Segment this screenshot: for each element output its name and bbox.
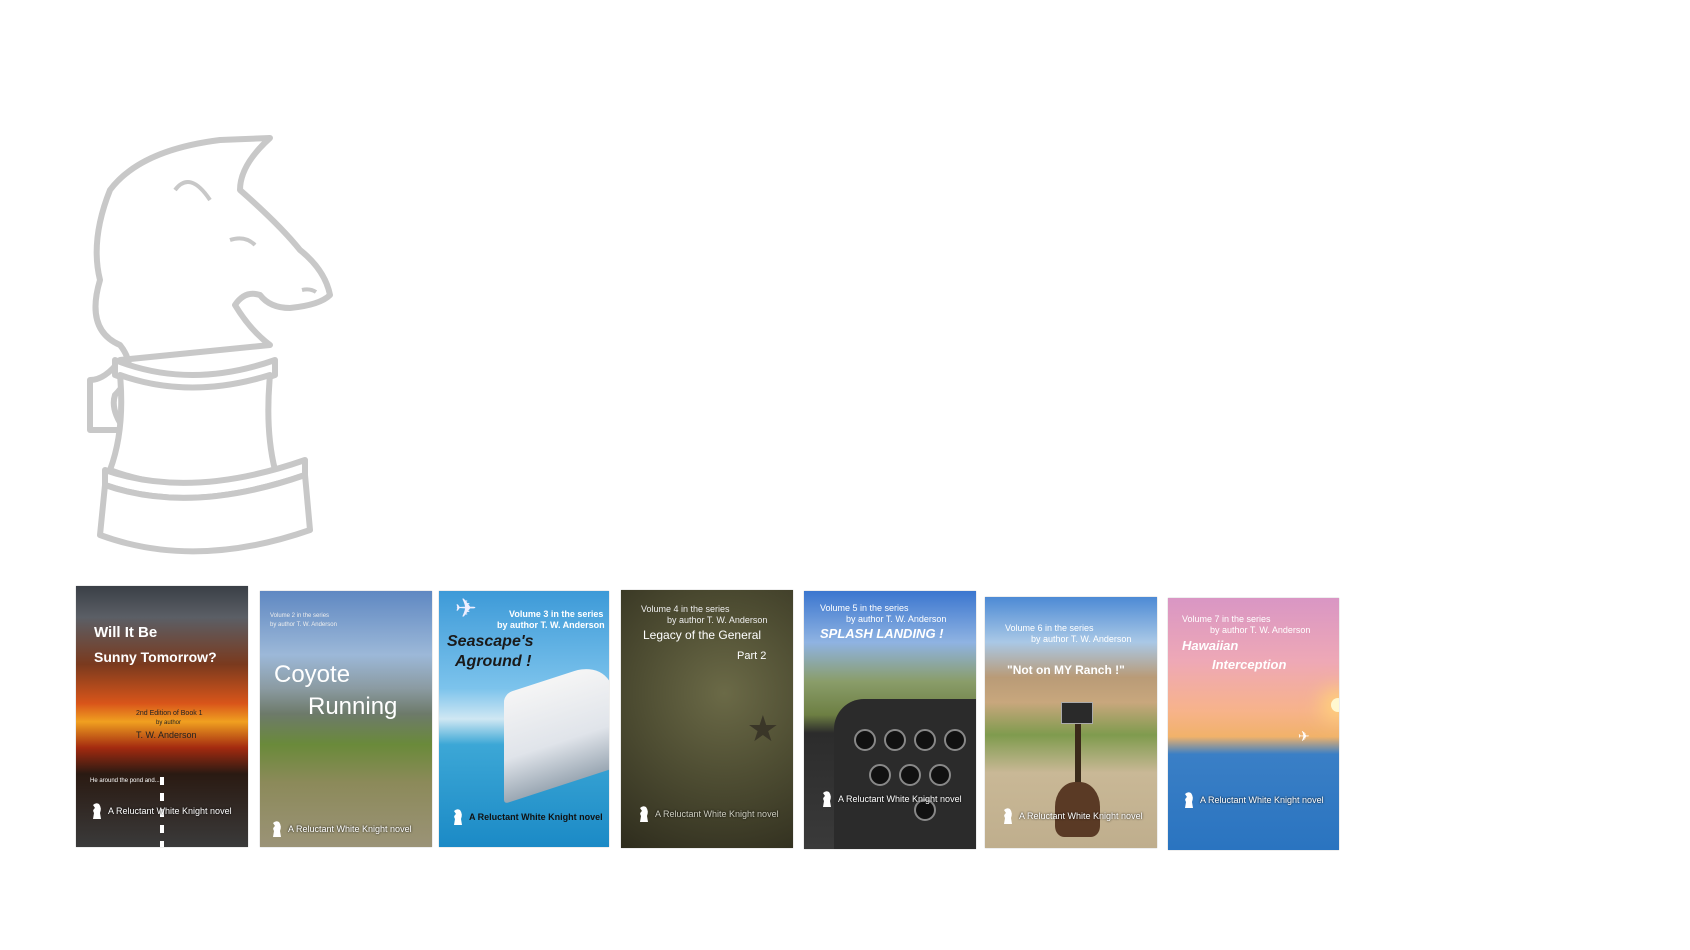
knight-icon xyxy=(93,803,101,819)
book-cover-3[interactable]: ✈ Volume 3 in the series by author T. W.… xyxy=(439,591,609,847)
book-7-title-line-2: Interception xyxy=(1212,657,1287,672)
book-cover-1[interactable]: Will It Be Sunny Tomorrow? 2nd Edition o… xyxy=(76,586,248,847)
book-7-imprint-text: A Reluctant White Knight novel xyxy=(1200,795,1324,805)
book-2-series: Volume 2 in the series xyxy=(270,613,330,619)
book-5-byline: by author T. W. Anderson xyxy=(846,614,947,624)
book-4-series: Volume 4 in the series xyxy=(641,604,730,614)
airplane-icon: ✈ xyxy=(455,593,477,623)
knight-icon xyxy=(640,806,648,822)
book-cover-5[interactable]: Volume 5 in the series by author T. W. A… xyxy=(804,591,976,849)
book-6-byline: by author T. W. Anderson xyxy=(1031,634,1132,644)
book-1-edition: 2nd Edition of Book 1 xyxy=(136,710,203,717)
book-6-series: Volume 6 in the series xyxy=(1005,623,1094,633)
book-5-series: Volume 5 in the series xyxy=(820,603,909,613)
book-cover-7[interactable]: Volume 7 in the series by author T. W. A… xyxy=(1168,598,1339,850)
book-4-imprint-text: A Reluctant White Knight novel xyxy=(655,809,779,819)
book-1-imprint: A Reluctant White Knight novel xyxy=(90,801,232,821)
book-7-series: Volume 7 in the series xyxy=(1182,614,1271,624)
book-3-series: Volume 3 in the series xyxy=(509,609,604,619)
star-icon: ★ xyxy=(746,708,779,749)
book-3-imprint-text: A Reluctant White Knight novel xyxy=(469,812,603,822)
knight-icon xyxy=(1185,792,1193,808)
book-1-title-line-1: Will It Be xyxy=(94,624,158,641)
book-6-imprint: A Reluctant White Knight novel xyxy=(1001,806,1143,826)
book-1-byline: by author xyxy=(156,720,182,726)
book-2-byline: by author T. W. Anderson xyxy=(270,622,337,628)
cockpit-panel xyxy=(834,699,976,849)
sign-board xyxy=(1061,702,1093,724)
book-4-byline: by author T. W. Anderson xyxy=(667,615,768,625)
book-3-imprint: A Reluctant White Knight novel xyxy=(451,807,603,827)
book-1-imprint-text: A Reluctant White Knight novel xyxy=(108,806,232,816)
book-3-title-line-1: Seascape's xyxy=(447,633,534,650)
book-5-title: SPLASH LANDING ! xyxy=(820,626,944,641)
book-7-title-line-1: Hawaiian xyxy=(1182,638,1239,653)
book-2-imprint: A Reluctant White Knight novel xyxy=(270,819,412,839)
book-4-title-line-1: Legacy of the General xyxy=(643,628,762,642)
book-covers-row: Will It Be Sunny Tomorrow? 2nd Edition o… xyxy=(0,0,1690,950)
book-6-imprint-text: A Reluctant White Knight novel xyxy=(1019,811,1143,821)
book-1-title-line-2: Sunny Tomorrow? xyxy=(94,649,217,665)
book-3-title-line-2: Aground ! xyxy=(455,653,532,670)
book-2-imprint-text: A Reluctant White Knight novel xyxy=(288,824,412,834)
knight-icon xyxy=(1004,808,1012,824)
book-2-title-line-1: Coyote xyxy=(274,661,351,688)
book-5-imprint: A Reluctant White Knight novel xyxy=(820,789,962,809)
airplane-icon: ✈ xyxy=(1298,728,1310,744)
book-cover-2[interactable]: Volume 2 in the series by author T. W. A… xyxy=(260,591,432,847)
book-4-title-line-2: Part 2 xyxy=(737,650,767,662)
book-5-imprint-text: A Reluctant White Knight novel xyxy=(838,794,962,804)
knight-icon xyxy=(823,791,831,807)
knight-icon xyxy=(273,821,281,837)
book-3-byline: by author T. W. Anderson xyxy=(497,620,605,630)
sunset-sun xyxy=(1331,698,1339,712)
book-cover-6[interactable]: Volume 6 in the series by author T. W. A… xyxy=(985,597,1157,848)
book-7-byline: by author T. W. Anderson xyxy=(1210,625,1311,635)
book-1-blurb: He around the pond and... xyxy=(90,778,160,784)
book-7-imprint: A Reluctant White Knight novel xyxy=(1182,790,1324,810)
book-2-title-line-2: Running xyxy=(308,693,398,720)
book-cover-4[interactable]: Volume 4 in the series by author T. W. A… xyxy=(621,590,793,848)
book-4-imprint: A Reluctant White Knight novel xyxy=(637,804,779,824)
book-6-title: "Not on MY Ranch !" xyxy=(1007,663,1125,677)
yacht-illustration xyxy=(504,658,609,804)
knight-icon xyxy=(454,809,462,825)
book-1-author: T. W. Anderson xyxy=(136,730,197,740)
